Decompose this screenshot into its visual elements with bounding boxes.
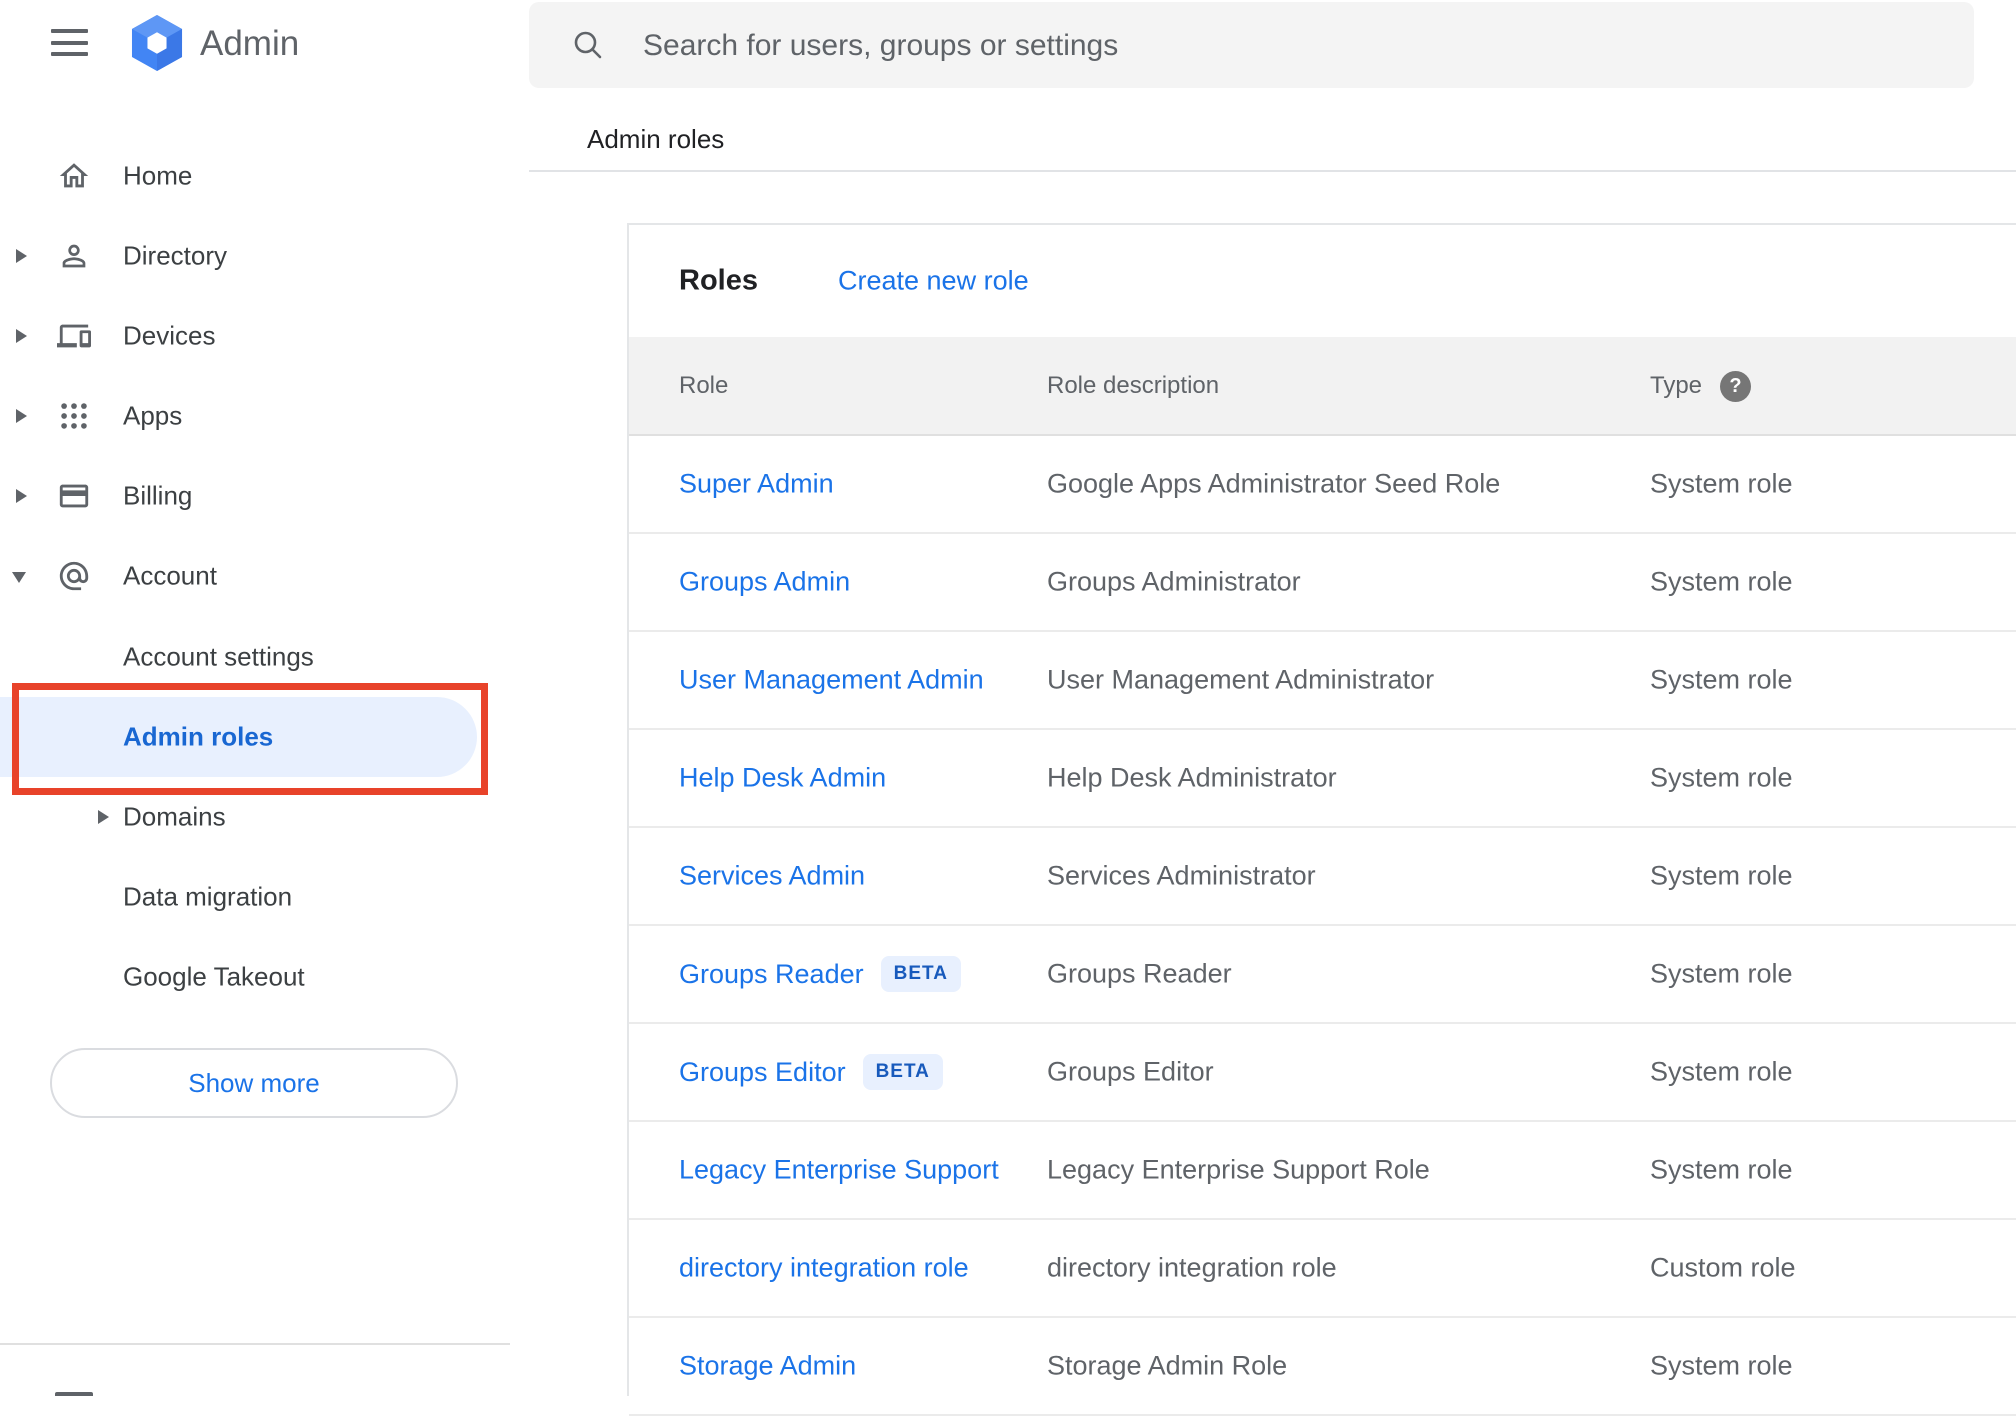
- page-title: Roles: [679, 264, 758, 297]
- sidebar-item-label: Apps: [123, 400, 183, 431]
- menu-icon[interactable]: [51, 29, 88, 57]
- sidebar-item-label: Home: [123, 160, 193, 191]
- sidebar-item-label: Admin roles: [123, 721, 274, 752]
- column-header-role: Role: [679, 371, 729, 399]
- search-input[interactable]: [641, 2, 1935, 90]
- role-type: System role: [1650, 860, 1793, 891]
- sidebar-item-home[interactable]: Home: [0, 136, 530, 216]
- partial-bottom-icon: [55, 1392, 93, 1396]
- search-icon: [571, 28, 605, 62]
- search-bar[interactable]: [529, 2, 1974, 90]
- sidebar-item-account[interactable]: Account: [0, 536, 530, 616]
- sidebar-item-domains[interactable]: Domains: [0, 777, 530, 857]
- role-type: System role: [1650, 1350, 1793, 1381]
- sidebar-item-billing[interactable]: Billing: [0, 456, 530, 536]
- role-description: Groups Administrator: [1047, 566, 1301, 597]
- role-type: System role: [1650, 958, 1793, 989]
- show-more-button[interactable]: Show more: [50, 1048, 458, 1118]
- sidebar-item-label: Data migration: [123, 881, 293, 912]
- role-description: User Management Administrator: [1047, 664, 1435, 695]
- role-link[interactable]: Storage Admin: [679, 1351, 856, 1382]
- table-row: Legacy Enterprise Support Legacy Enterpr…: [629, 1122, 2016, 1220]
- role-link[interactable]: Super Admin: [679, 469, 834, 500]
- at-sign-icon: [57, 559, 91, 593]
- role-description: Groups Reader: [1047, 958, 1232, 989]
- role-description: directory integration role: [1047, 1252, 1337, 1283]
- sidebar-item-directory[interactable]: Directory: [0, 216, 530, 296]
- role-description: Storage Admin Role: [1047, 1350, 1288, 1381]
- expand-caret-icon[interactable]: [16, 489, 27, 503]
- role-link[interactable]: Help Desk Admin: [679, 763, 886, 794]
- role-type: System role: [1650, 762, 1793, 793]
- beta-badge: BETA: [862, 1054, 943, 1090]
- sidebar-item-account-settings[interactable]: Account settings: [0, 617, 530, 697]
- product-name: Admin: [200, 24, 300, 63]
- role-type: System role: [1650, 566, 1793, 597]
- person-icon: [57, 239, 91, 273]
- create-new-role-link[interactable]: Create new role: [838, 266, 1029, 297]
- sidebar-item-label: Account settings: [123, 641, 314, 672]
- admin-console: Admin Home Directory Devices Apps Billin…: [0, 0, 2016, 1416]
- roles-card: Roles Create new role Role Role descript…: [627, 223, 2016, 1416]
- admin-logo-icon: [127, 15, 187, 71]
- sidebar-item-admin-roles[interactable]: Admin roles: [0, 697, 530, 777]
- role-description: Groups Editor: [1047, 1056, 1214, 1087]
- expand-caret-icon[interactable]: [16, 409, 27, 423]
- role-type: System role: [1650, 664, 1793, 695]
- role-link[interactable]: Groups Admin: [679, 567, 850, 598]
- role-link[interactable]: Legacy Enterprise Support: [679, 1155, 999, 1186]
- sidebar-item-apps[interactable]: Apps: [0, 376, 530, 456]
- expand-caret-icon[interactable]: [16, 329, 27, 343]
- expand-caret-icon[interactable]: [12, 572, 26, 583]
- sidebar-item-label: Google Takeout: [123, 961, 305, 992]
- table-row: Help Desk Admin Help Desk Administrator …: [629, 730, 2016, 828]
- table-row: Storage Admin Storage Admin Role System …: [629, 1318, 2016, 1416]
- column-header-role-description: Role description: [1047, 371, 1220, 399]
- help-icon[interactable]: ?: [1720, 371, 1751, 402]
- sidebar-item-label: Domains: [123, 801, 226, 832]
- expand-caret-icon[interactable]: [98, 810, 109, 824]
- role-type: System role: [1650, 1154, 1793, 1185]
- table-row: Super Admin Google Apps Administrator Se…: [629, 436, 2016, 534]
- sidebar-item-label: Account: [123, 560, 217, 591]
- devices-icon: [57, 319, 91, 353]
- home-icon: [57, 159, 91, 193]
- role-description: Services Administrator: [1047, 860, 1316, 891]
- sidebar-item-devices[interactable]: Devices: [0, 296, 530, 376]
- sidebar-item-google-takeout[interactable]: Google Takeout: [0, 937, 530, 1017]
- sidebar-divider: [0, 1343, 510, 1345]
- credit-card-icon: [57, 479, 91, 513]
- role-link[interactable]: Services Admin: [679, 861, 865, 892]
- table-row: User Management Admin User Management Ad…: [629, 632, 2016, 730]
- table-row: Groups Reader BETA Groups Reader System …: [629, 926, 2016, 1024]
- role-link[interactable]: directory integration role: [679, 1253, 969, 1284]
- expand-caret-icon[interactable]: [16, 249, 27, 263]
- card-header: Roles Create new role: [629, 225, 2016, 337]
- table-row: directory integration role directory int…: [629, 1220, 2016, 1318]
- role-description: Legacy Enterprise Support Role: [1047, 1154, 1430, 1185]
- role-type: Custom role: [1650, 1252, 1796, 1283]
- apps-grid-icon: [57, 399, 91, 433]
- sidebar-item-label: Billing: [123, 480, 193, 511]
- column-header-type: Type: [1650, 371, 1703, 399]
- role-link[interactable]: Groups Reader: [679, 959, 864, 990]
- table-row: Services Admin Services Administrator Sy…: [629, 828, 2016, 926]
- role-description: Help Desk Administrator: [1047, 762, 1337, 793]
- role-link[interactable]: User Management Admin: [679, 665, 984, 696]
- table-row: Groups Editor BETA Groups Editor System …: [629, 1024, 2016, 1122]
- role-type: System role: [1650, 468, 1793, 499]
- header-divider: [529, 170, 2016, 172]
- role-type: System role: [1650, 1056, 1793, 1087]
- breadcrumb: Admin roles: [587, 124, 725, 154]
- table-row: Groups Admin Groups Administrator System…: [629, 534, 2016, 632]
- sidebar-item-label: Devices: [123, 320, 216, 351]
- table-header: Role Role description Type ?: [629, 337, 2016, 436]
- role-link[interactable]: Groups Editor: [679, 1057, 846, 1088]
- role-description: Google Apps Administrator Seed Role: [1047, 468, 1501, 499]
- sidebar-item-data-migration[interactable]: Data migration: [0, 857, 530, 937]
- sidebar-item-label: Directory: [123, 240, 228, 271]
- beta-badge: BETA: [880, 956, 961, 992]
